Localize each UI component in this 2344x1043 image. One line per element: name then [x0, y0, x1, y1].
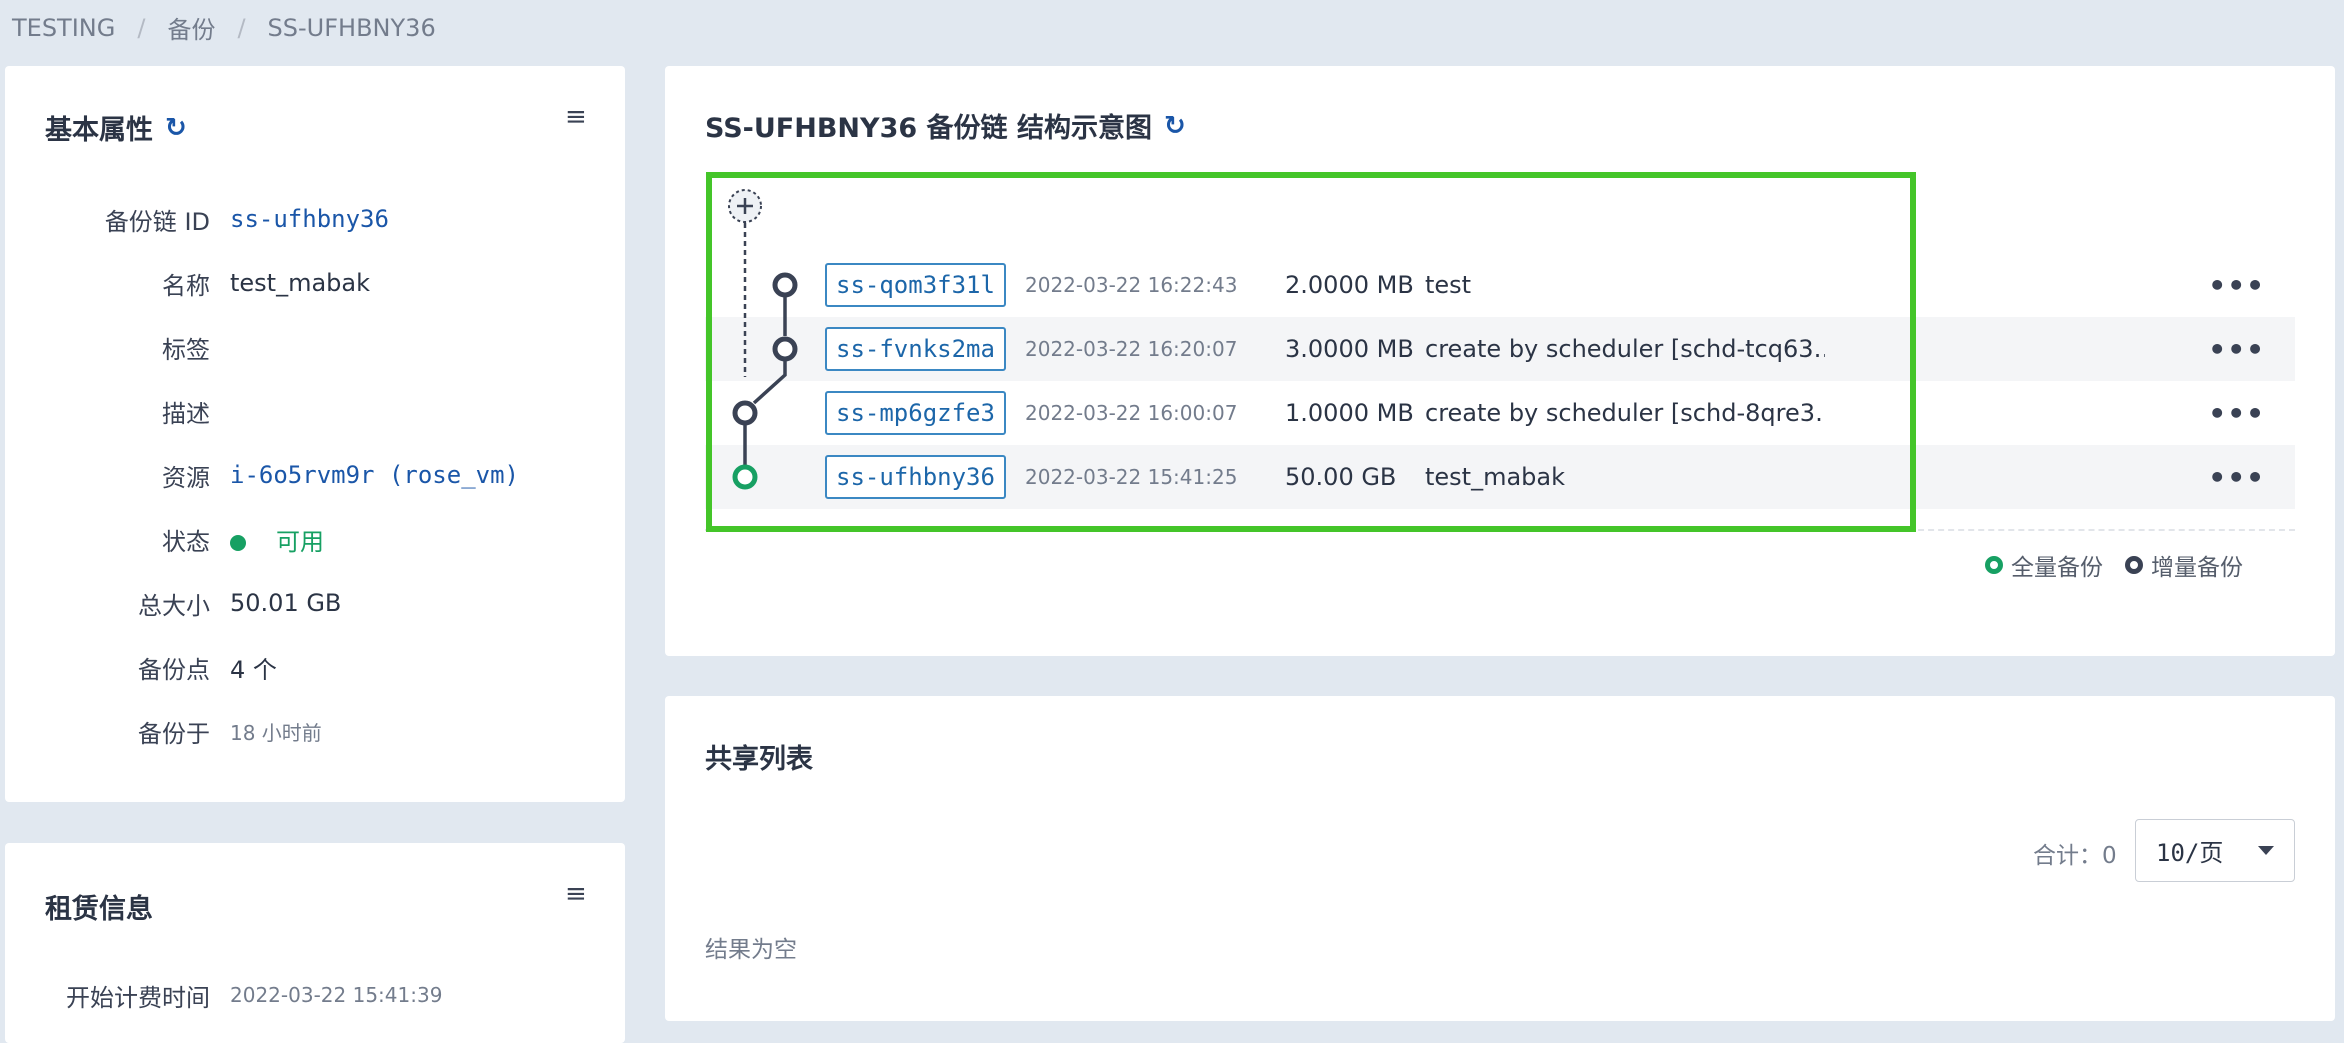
breadcrumb-separator: / — [237, 13, 246, 42]
prop-label: 备份点 — [138, 655, 210, 684]
snapshot-row: ss-mp6gzfe3 2022-03-22 16:00:07 1.0000 M… — [705, 381, 2295, 445]
share-list-title: 共享列表 — [705, 744, 813, 775]
breadcrumb-separator: / — [137, 13, 146, 42]
prop-value: 4 个 — [230, 655, 277, 684]
prop-row-backup-at: 备份于 18 小时前 — [5, 711, 605, 751]
prop-value: test_mabak — [230, 269, 371, 297]
snapshot-time: 2022-03-22 15:41:25 — [1025, 465, 1238, 489]
prop-row-desc: 描述 — [5, 391, 605, 431]
snapshot-id-link[interactable]: ss-qom3f31l — [825, 263, 1006, 307]
prop-row-tags: 标签 — [5, 327, 605, 367]
prop-row-lease-start: 开始计费时间 2022-03-22 15:41:39 — [5, 975, 605, 1015]
caret-down-icon — [2258, 846, 2274, 855]
snapshot-row: ss-ufhbny36 2022-03-22 15:41:25 50.00 GB… — [705, 445, 2295, 509]
resource-link[interactable]: i-6o5rvm9r (rose_vm) — [230, 461, 519, 489]
chain-title: SS-UFHBNY36 备份链 结构示意图 ↻ — [705, 106, 1186, 145]
prop-label: 资源 — [162, 463, 210, 492]
more-icon[interactable]: ••• — [2208, 333, 2265, 366]
page-size-select[interactable]: 10/页 — [2135, 819, 2295, 882]
breadcrumb-current: SS-UFHBNY36 — [267, 13, 436, 42]
snapshot-desc: test_mabak — [1425, 463, 1566, 491]
legend-increment-label: 增量备份 — [2151, 555, 2243, 581]
increment-node-icon[interactable] — [772, 272, 798, 298]
basic-properties-title-text: 基本属性 — [45, 115, 153, 146]
snapshot-size: 1.0000 MB — [1285, 399, 1414, 427]
snapshot-id-link[interactable]: ss-mp6gzfe3 — [825, 391, 1006, 435]
lease-card: 租赁信息 ≡ 开始计费时间 2022-03-22 15:41:39 — [5, 843, 625, 1043]
divider — [705, 529, 2295, 531]
legend-full-label: 全量备份 — [2011, 555, 2103, 581]
basic-properties-title: 基本属性 ↻ — [45, 108, 187, 147]
prop-label: 状态 — [162, 527, 210, 556]
snapshot-size: 50.00 GB — [1285, 463, 1397, 491]
prop-value: 18 小时前 — [230, 720, 322, 745]
prop-row-size: 总大小 50.01 GB — [5, 583, 605, 623]
breadcrumb-backup[interactable]: 备份 — [167, 10, 215, 45]
refresh-icon[interactable]: ↻ — [165, 113, 187, 143]
snapshot-time: 2022-03-22 16:00:07 — [1025, 401, 1238, 425]
basic-properties-card: 基本属性 ↻ ≡ 备份链 ID ss-ufhbny36 名称 test_maba… — [5, 66, 625, 802]
prop-label: 标签 — [162, 335, 210, 364]
prop-label: 描述 — [162, 399, 210, 428]
prop-row-status: 状态 可用 — [5, 519, 605, 559]
snapshot-id-link[interactable]: ss-ufhbny36 — [825, 455, 1006, 499]
snapshot-desc: test — [1425, 271, 1472, 299]
snapshot-size: 3.0000 MB — [1285, 335, 1414, 363]
pager-total: 合计：0 — [2033, 843, 2117, 869]
breadcrumb-testing[interactable]: TESTING — [12, 14, 115, 42]
prop-value: 2022-03-22 15:41:39 — [230, 983, 443, 1007]
lease-title: 租赁信息 — [45, 894, 153, 925]
snapshot-size: 2.0000 MB — [1285, 271, 1414, 299]
prop-label: 备份链 ID — [104, 207, 210, 236]
increment-node-icon[interactable] — [732, 400, 758, 426]
chain-id-link[interactable]: ss-ufhbny36 — [230, 205, 389, 233]
prop-row-name: 名称 test_mabak — [5, 263, 605, 303]
refresh-icon[interactable]: ↻ — [1164, 111, 1186, 141]
prop-value: 50.01 GB — [230, 589, 342, 617]
full-backup-legend-icon — [1985, 556, 2003, 574]
chain-graph — [728, 189, 798, 490]
prop-row-id: 备份链 ID ss-ufhbny36 — [5, 199, 605, 239]
more-icon[interactable]: ••• — [2208, 461, 2265, 494]
snapshot-time: 2022-03-22 16:20:07 — [1025, 337, 1238, 361]
more-icon[interactable]: ••• — [2208, 269, 2265, 302]
menu-icon[interactable]: ≡ — [565, 879, 587, 909]
status-dot-icon — [230, 534, 246, 551]
snapshot-row: ss-fvnks2ma 2022-03-22 16:20:07 3.0000 M… — [705, 317, 2295, 381]
chain-legend: 全量备份 增量备份 — [1985, 548, 2243, 582]
status-badge: 可用 — [230, 522, 324, 557]
prop-label: 总大小 — [138, 591, 210, 620]
prop-label: 开始计费时间 — [66, 983, 210, 1012]
prop-row-resource: 资源 i-6o5rvm9r (rose_vm) — [5, 455, 605, 495]
snapshot-row: ss-qom3f31l 2022-03-22 16:22:43 2.0000 M… — [705, 253, 2295, 317]
snapshot-time: 2022-03-22 16:22:43 — [1025, 273, 1238, 297]
status-text: 可用 — [276, 527, 324, 556]
breadcrumb: TESTING / 备份 / SS-UFHBNY36 — [12, 10, 436, 45]
chain-title-text: SS-UFHBNY36 备份链 结构示意图 — [705, 113, 1152, 144]
prop-label: 备份于 — [138, 719, 210, 748]
page-size-value: 10/页 — [2156, 839, 2224, 867]
snapshot-desc: create by scheduler [schd-tcq63… — [1425, 335, 1825, 363]
more-icon[interactable]: ••• — [2208, 397, 2265, 430]
increment-node-icon[interactable] — [772, 336, 798, 362]
full-node-icon[interactable] — [732, 464, 758, 490]
snapshot-desc: create by scheduler [schd-8qre3… — [1425, 399, 1825, 427]
increment-backup-legend-icon — [2125, 556, 2143, 574]
snapshot-id-link[interactable]: ss-fvnks2ma — [825, 327, 1006, 371]
prop-label: 名称 — [162, 271, 210, 300]
prop-row-points: 备份点 4 个 — [5, 647, 605, 687]
menu-icon[interactable]: ≡ — [565, 102, 587, 132]
add-icon[interactable] — [728, 189, 762, 223]
empty-result: 结果为空 — [705, 937, 797, 963]
